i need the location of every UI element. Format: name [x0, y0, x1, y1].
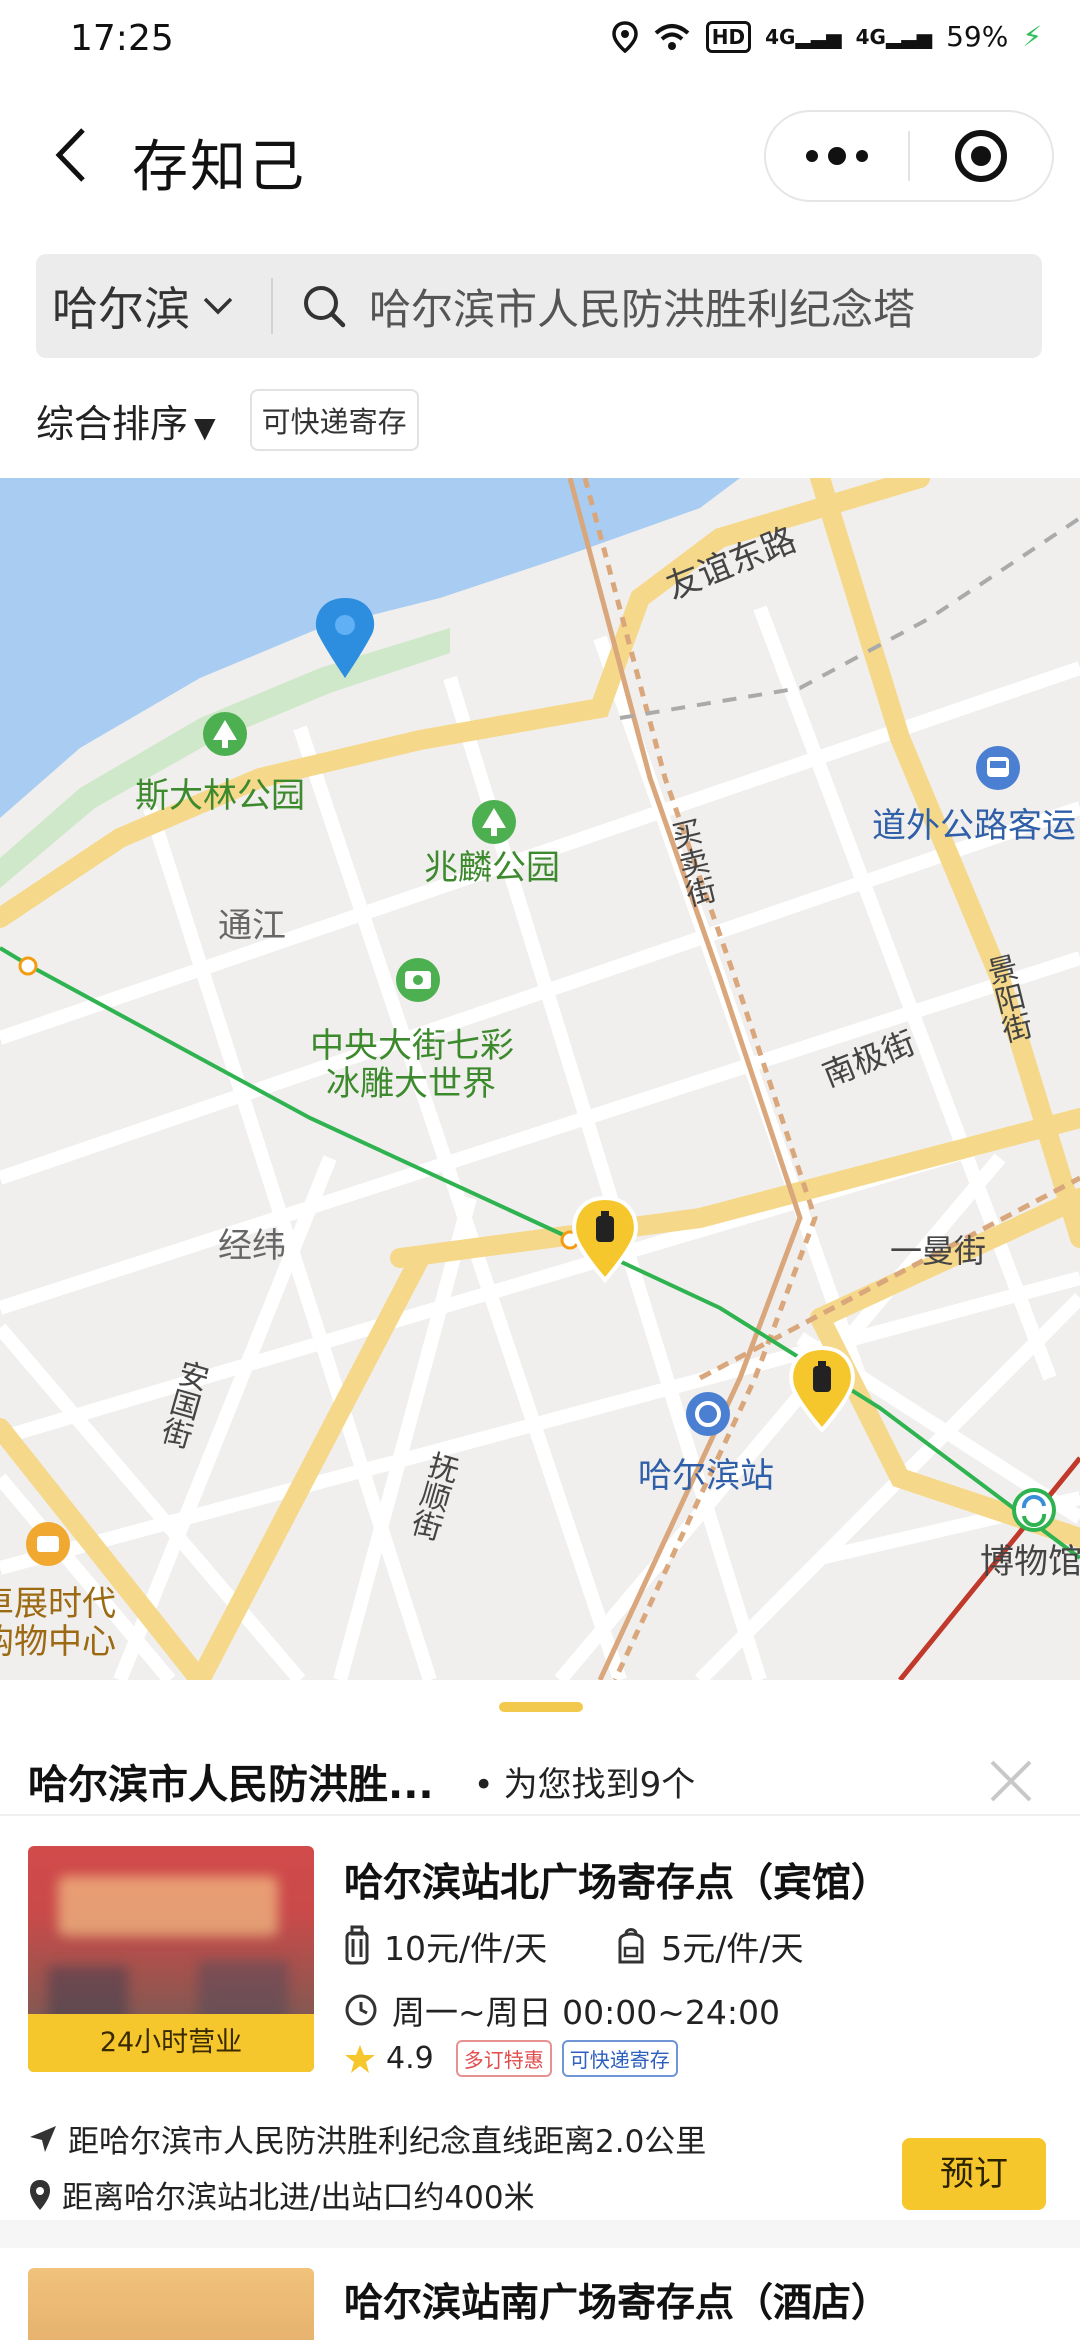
sheet-header: 哈尔滨市人民防洪胜... • 为您找到9个 — [28, 1736, 1058, 1826]
shopping-mall-icon — [26, 1522, 70, 1566]
map-label-attraction: 冰雕大世界 — [326, 1064, 496, 1104]
battery-percent: 59% — [946, 20, 1009, 53]
target-dot — [970, 146, 991, 166]
status-icons: HD 4G▂▃▅ 4G▂▃▅ 59% ⚡ — [611, 20, 1042, 53]
map-view[interactable]: 友谊东路 斯大林公园 兆麟公园 通江 中央大街七彩 冰雕大世界 买卖街 道外公路… — [0, 478, 1080, 1680]
hd-icon: HD — [705, 20, 752, 53]
status-bar: 17:25 HD 4G▂▃▅ 4G▂▃▅ 59% ⚡ — [0, 0, 1080, 82]
map-label-park: 兆麟公园 — [424, 848, 560, 888]
park-icon — [472, 800, 516, 844]
discount-tag: 多订特惠 — [455, 2040, 552, 2077]
rating-row: 4.9 多订特惠 可快递寄存 — [344, 2040, 688, 2077]
map-label-district: 经纬 — [218, 1226, 286, 1266]
nav-bar: 存知己 — [0, 92, 1080, 222]
map-label-district: 通江 — [218, 906, 286, 946]
signal-4g-icon: 4G▂▃▅ — [765, 24, 842, 49]
sheet-drag-handle[interactable] — [499, 1702, 583, 1712]
charging-icon: ⚡ — [1022, 20, 1042, 53]
store-card[interactable]: 哈尔滨站南广场寄存点（酒店） — [0, 2248, 1080, 2340]
more-dot-icon — [828, 147, 846, 165]
train-station-icon — [686, 1392, 730, 1436]
sheet-title: 哈尔滨市人民防洪胜... — [28, 1762, 434, 1808]
city-name: 哈尔滨 — [52, 282, 190, 336]
metro-interchange-icon — [1012, 1488, 1056, 1532]
result-count-text: 为您找到9个 — [503, 1764, 696, 1805]
price-row: 10元/件/天 5元/件/天 — [344, 1922, 871, 1970]
distance-exit-text: 距离哈尔滨站北进/出站口约400米 — [62, 2180, 535, 2216]
chevron-left-icon — [55, 128, 85, 182]
store-photo: 24小时营业 — [28, 1846, 314, 2072]
bag-price-text: 5元/件/天 — [661, 1929, 804, 1968]
search-icon — [304, 286, 346, 328]
distance-landmark-row: 距哈尔滨市人民防洪胜利纪念直线距离2.0公里 — [28, 2116, 706, 2161]
map-canvas — [0, 478, 1080, 1680]
miniprogram-capsule — [764, 110, 1054, 202]
signal-4g-icon-2: 4G▂▃▅ — [855, 24, 933, 49]
search-input[interactable]: 哈尔滨市人民防洪胜利纪念塔 — [369, 276, 915, 337]
filter-bar: 综合排序 ▼ 可快递寄存 — [36, 388, 419, 452]
bag-price: 5元/件/天 — [615, 1922, 803, 1970]
rating-score: 4.9 — [386, 2041, 434, 2076]
result-count: • 为您找到9个 — [474, 1757, 696, 1806]
store-photo — [28, 2268, 314, 2340]
express-tag: 可快递寄存 — [561, 2040, 678, 2077]
close-miniprogram-button[interactable] — [910, 112, 1052, 200]
bullet: • — [473, 1764, 494, 1805]
book-button[interactable]: 预订 — [902, 2138, 1046, 2210]
status-time: 17:25 — [70, 18, 174, 59]
park-icon — [203, 712, 247, 756]
network-label: 4G — [765, 24, 796, 49]
hours-text: 周一~周日 00:00~24:00 — [392, 1993, 780, 2032]
more-dot-icon — [806, 150, 818, 162]
store-name: 哈尔滨站北广场寄存点（宾馆） — [344, 1861, 891, 1906]
attraction-icon — [396, 958, 440, 1002]
chevron-down-icon — [203, 297, 233, 315]
network-label-2: 4G — [855, 24, 886, 49]
distance-exit-row: 距离哈尔滨站北进/出站口约400米 — [28, 2172, 535, 2217]
map-label-park: 斯大林公园 — [135, 776, 305, 816]
more-dot-icon — [856, 150, 868, 162]
open-hours-badge: 24小时营业 — [28, 2014, 314, 2072]
bus-station-icon — [976, 746, 1020, 790]
results-sheet: 哈尔滨市人民防洪胜... • 为您找到9个 24小时营业 哈尔滨站北广场寄存点（宾… — [0, 1680, 1080, 2340]
backpack-icon — [618, 1928, 644, 1964]
location-icon — [611, 20, 638, 53]
back-button[interactable] — [40, 120, 100, 190]
map-label-station: 哈尔滨站 — [638, 1456, 774, 1496]
suitcase-icon — [345, 1925, 369, 1965]
star-icon — [345, 2044, 375, 2073]
express-filter-chip[interactable]: 可快递寄存 — [249, 389, 419, 451]
sort-dropdown[interactable]: 综合排序 ▼ — [36, 393, 216, 448]
triangle-down-icon: ▼ — [194, 410, 216, 444]
hours-row: 周一~周日 00:00~24:00 — [344, 1986, 780, 2034]
store-name: 哈尔滨站南广场寄存点（酒店） — [344, 2281, 891, 2326]
close-icon[interactable] — [984, 1754, 1038, 1808]
sort-label: 综合排序 — [36, 401, 189, 446]
store-card[interactable]: 24小时营业 哈尔滨站北广场寄存点（宾馆） 10元/件/天 5元/件/天 周一~… — [0, 1816, 1080, 2226]
card-separator — [0, 2220, 1080, 2248]
luggage-marker-icon — [789, 1345, 855, 1434]
map-label-street: 一曼街 — [890, 1232, 987, 1270]
location-pin-icon — [30, 2179, 50, 2210]
map-label-mall: 购物中心 — [0, 1622, 116, 1662]
store-sign — [58, 1876, 278, 1936]
metro-station-dot — [18, 956, 38, 976]
map-label-museum: 博物馆 — [980, 1542, 1080, 1582]
more-button[interactable] — [766, 112, 908, 200]
target-icon — [954, 130, 1007, 182]
map-label-bus-station: 道外公路客运 — [872, 806, 1076, 846]
wifi-icon — [654, 23, 690, 50]
distance-landmark-text: 距哈尔滨市人民防洪胜利纪念直线距离2.0公里 — [68, 2124, 707, 2160]
page-title: 存知己 — [132, 135, 306, 200]
luggage-price: 10元/件/天 — [344, 1922, 547, 1970]
luggage-price-text: 10元/件/天 — [384, 1929, 548, 1968]
clock-icon — [345, 1994, 377, 2026]
search-divider — [271, 278, 273, 334]
city-selector[interactable]: 哈尔滨 — [36, 254, 271, 358]
search-bar: 哈尔滨 哈尔滨市人民防洪胜利纪念塔 — [36, 254, 1042, 358]
navigation-arrow-icon — [30, 2125, 56, 2152]
